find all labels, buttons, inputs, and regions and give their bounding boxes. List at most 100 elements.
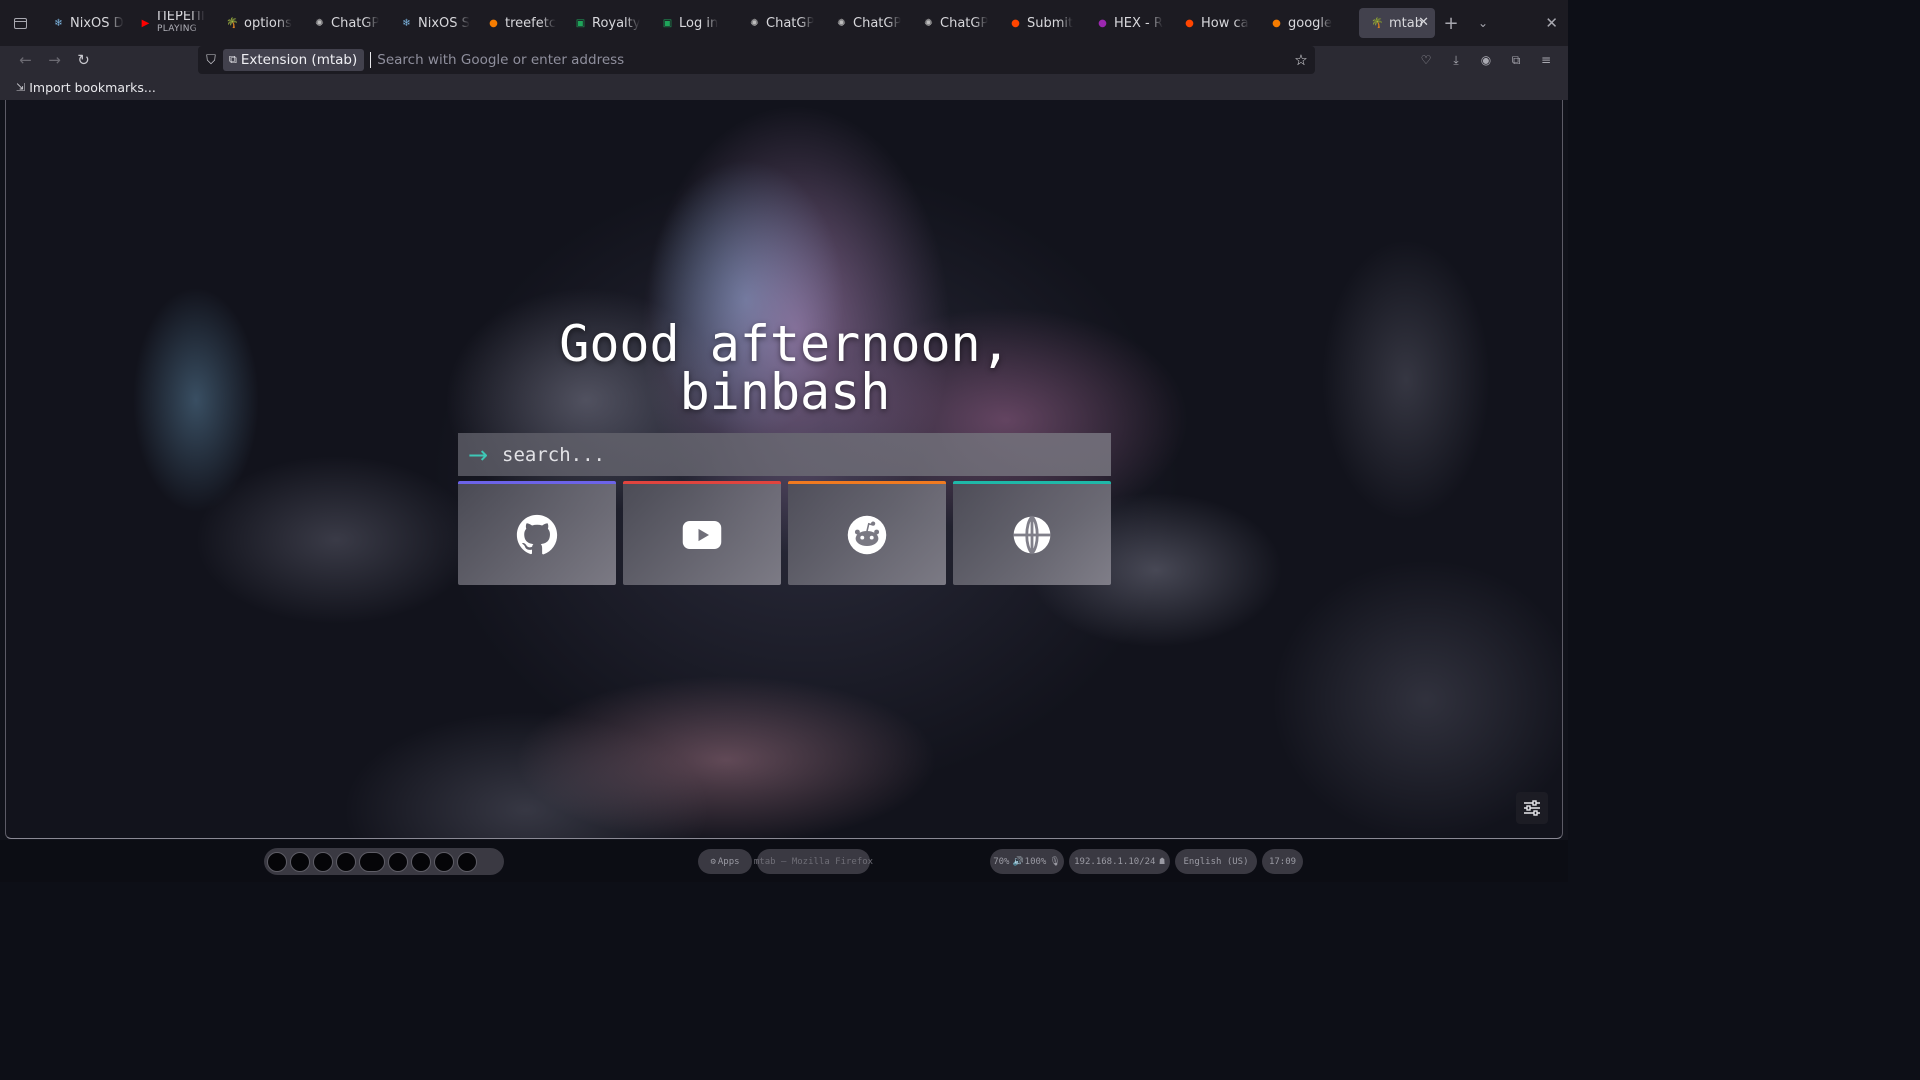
workspace-dot[interactable] [388,851,408,872]
workspace-switcher [264,848,504,875]
tab-title: Royalty [592,15,641,31]
tab[interactable]: ● How ca [1171,0,1258,46]
tab[interactable]: ✺ ChatGP [301,0,388,46]
tab[interactable]: ● Submit [997,0,1084,46]
firefox-view-icon [13,17,27,29]
gear-icon: ⚙ [710,856,716,867]
audio-widget[interactable]: 70% 🔊 100% 🎙 [990,849,1064,874]
link-youtube[interactable] [623,481,781,585]
microphone-icon: 🎙 [1049,856,1061,867]
chatgpt-icon: ✺ [837,17,846,29]
tab-title: options [244,15,292,31]
tab-title: google [1288,15,1333,31]
tab[interactable]: ▣ Log in [649,0,736,46]
tab[interactable]: ● HEX - R [1084,0,1171,46]
greeting-line-1: Good afternoon, [559,315,1011,373]
url-bar[interactable]: ⛉ ⧉ Extension (mtab) ☆ [198,46,1315,74]
tab[interactable]: ▶ ПЕРЕПІ PLAYING [127,0,214,46]
forward-button[interactable]: → [40,51,69,69]
network-address: 192.168.1.10/24 [1074,856,1156,867]
tab-title: ChatGP [331,15,380,31]
tab-active[interactable]: 🌴 mtab ✕ [1359,8,1435,38]
clock: 17:09 [1262,849,1303,874]
github-icon [516,514,558,554]
close-tab-icon[interactable]: ✕ [1418,15,1429,30]
tab-title: Log in [679,15,719,31]
menu-icon[interactable]: ≡ [1536,53,1556,67]
tab[interactable]: ▣ Royalty [562,0,649,46]
link-github[interactable] [458,481,616,585]
pocket-icon[interactable]: ♡ [1416,53,1436,67]
apps-button[interactable]: ⚙ Apps [698,849,752,874]
bookmarks-toolbar: ⇲ Import bookmarks... [0,74,1568,100]
greeting: Good afternoon, binbash [6,315,1562,417]
nixos-icon: ❄ [402,17,411,29]
navigation-toolbar: ← → ↻ ⛉ ⧉ Extension (mtab) ☆ ♡ ⤓ ◉ ⧉ ≡ [0,46,1568,74]
youtube-icon [682,520,722,549]
search-bar[interactable]: → [458,433,1111,476]
tab[interactable]: 🌴 options [214,0,301,46]
tab-title: Submit [1027,15,1074,31]
tab[interactable]: ✺ ChatGP [910,0,997,46]
tab-title: HEX - R [1114,15,1163,31]
palm-icon: 🌴 [1371,17,1384,29]
list-all-tabs-button[interactable]: ⌄ [1467,16,1499,30]
account-icon[interactable]: ◉ [1476,53,1496,67]
window-close-button[interactable]: ✕ [1545,14,1558,32]
window-title: mtab — Mozilla Firefox [754,849,873,874]
new-tab-button[interactable]: + [1435,13,1467,34]
tab-title: treefetc [505,15,556,31]
workspace-dot[interactable] [290,851,310,872]
identity-label: Extension (mtab) [240,52,358,68]
globe-icon [1013,515,1051,554]
chatgpt-icon: ✺ [315,17,324,29]
tab-title: ChatGP [766,15,815,31]
arrow-right-icon: → [468,440,489,469]
px-icon: ▣ [662,17,673,29]
workspace-dot[interactable] [267,851,287,872]
puzzle-icon: ⧉ [229,53,237,66]
tab-title: ChatGP [853,15,902,31]
back-button[interactable]: ← [11,51,40,69]
tab[interactable]: ❄ NixOS S [388,0,475,46]
search-input[interactable] [498,443,1111,466]
workspace-dot[interactable] [313,851,333,872]
tab-title: NixOS D [70,15,124,31]
tab[interactable]: ● google [1258,0,1345,46]
identity-box[interactable]: ⧉ Extension (mtab) [223,49,365,71]
workspace-dot[interactable] [359,851,385,872]
workspace-dot[interactable] [411,851,431,872]
downloads-icon[interactable]: ⤓ [1446,53,1466,68]
import-bookmarks-link[interactable]: Import bookmarks... [29,80,156,95]
workspace-dot[interactable] [336,851,356,872]
network-widget[interactable]: 192.168.1.10/24 ☗ [1069,849,1170,874]
tab[interactable]: ✺ ChatGP [736,0,823,46]
desktop-status-bar: ⚙ Apps mtab — Mozilla Firefox 70% 🔊 100%… [0,840,1568,882]
nixos-icon: ❄ [54,17,63,29]
mtab-page: Good afternoon, binbash → [5,100,1563,839]
tab[interactable]: ❄ NixOS D [40,0,127,46]
workspace-dot[interactable] [457,851,477,872]
tab[interactable]: ● treefetc [475,0,562,46]
tab[interactable]: ✺ ChatGP [823,0,910,46]
reddit-icon: ● [1185,17,1194,29]
address-input[interactable] [370,52,1287,68]
volume-level: 100% [1024,856,1047,867]
bookmark-star-icon[interactable]: ☆ [1287,51,1315,69]
extensions-icon[interactable]: ⧉ [1506,53,1526,68]
tab-strip: ❄ NixOS D ▶ ПЕРЕПІ PLAYING 🌴 options ✺ ChatGP ❄ Ni… [0,0,1568,46]
reload-button[interactable]: ↻ [69,51,98,69]
firefox-view-button[interactable] [0,0,40,46]
workspace-dot[interactable] [434,851,454,872]
tab-playing-label: PLAYING [157,24,198,34]
settings-button[interactable] [1516,792,1548,824]
network-icon: ☗ [1159,856,1165,867]
reddit-icon: ● [1011,17,1020,29]
language-widget[interactable]: English (US) [1175,849,1257,874]
tracking-shield-icon[interactable]: ⛉ [201,53,221,68]
screen: ❄ NixOS D ▶ ПЕРЕПІ PLAYING 🌴 options ✺ ChatGP ❄ Ni… [0,0,1568,882]
tab-title: NixOS S [418,15,470,31]
link-web[interactable] [953,481,1111,585]
link-reddit[interactable] [788,481,946,585]
volume-value: 70% [993,856,1010,867]
